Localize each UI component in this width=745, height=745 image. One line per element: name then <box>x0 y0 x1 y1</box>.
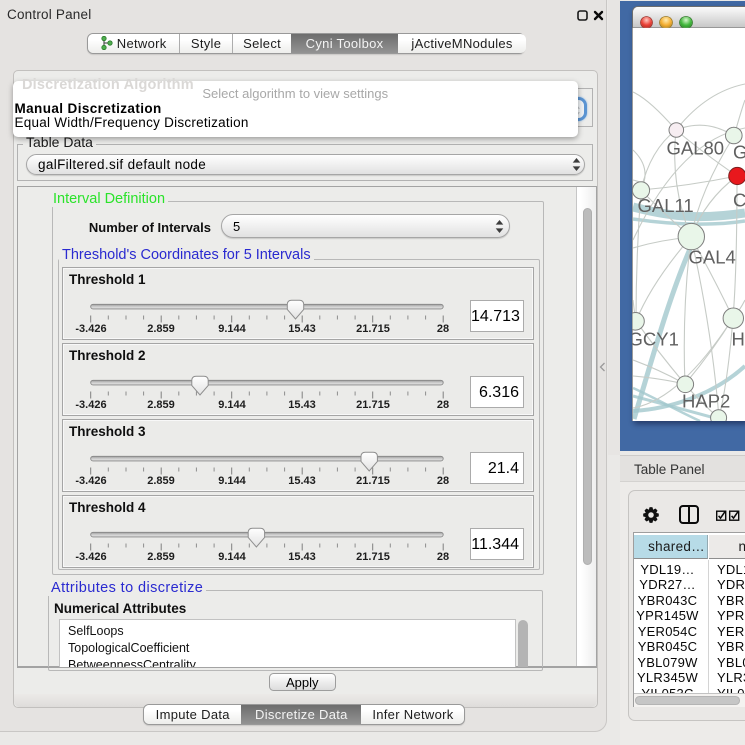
svg-text:GAL4: GAL4 <box>689 247 736 268</box>
svg-text:GCY1: GCY1 <box>629 329 679 350</box>
svg-text:HAP2: HAP2 <box>682 391 730 412</box>
svg-text:C: C <box>733 190 745 211</box>
svg-text:GAL80: GAL80 <box>667 138 725 159</box>
svg-text:H: H <box>732 329 745 350</box>
svg-text:G.: G. <box>733 142 745 163</box>
svg-text:GAL11: GAL11 <box>638 195 694 216</box>
